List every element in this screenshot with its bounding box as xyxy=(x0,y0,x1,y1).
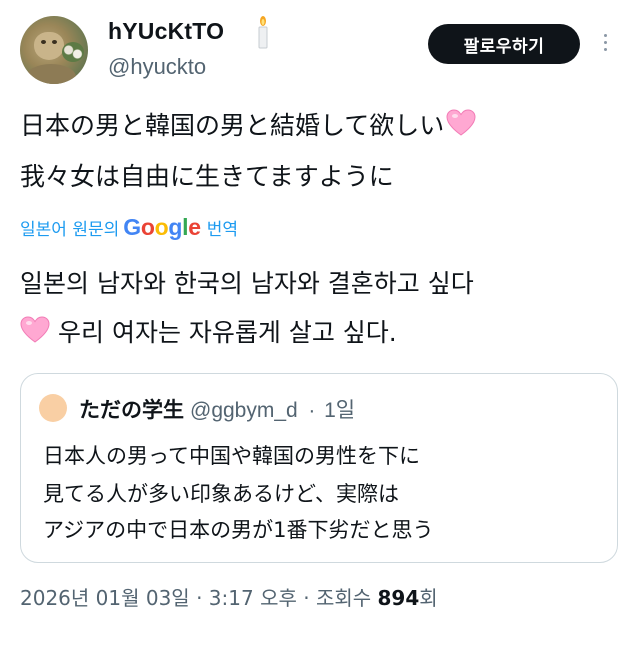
author-handle[interactable]: @hyuckto xyxy=(108,54,206,80)
views-suffix: 회 xyxy=(419,586,438,610)
tweet-translated-text-2: 우리 여자는 자유롭게 살고 싶다. xyxy=(58,318,397,347)
tweet-translated-line-1: 일본의 남자와 한국의 남자와 결혼하고 싶다 xyxy=(20,269,474,298)
translation-attribution[interactable]: 일본어 원문의 Google 번역 xyxy=(20,214,238,241)
quoted-author-avatar xyxy=(39,394,67,422)
avatar-eye-left xyxy=(41,40,46,44)
tweet-meta: 2026년 01월 03일 · 3:17 오후 · 조회수 894회 xyxy=(20,582,438,611)
tweet-text-1: 日本の男と韓国の男と結婚して欲しい xyxy=(20,111,445,140)
author-avatar[interactable] xyxy=(20,16,88,84)
avatar-eye-right xyxy=(52,40,57,44)
tweet: hYUcKtTO @hyuckto 팔로우하기 日本の男と韓国の男と結婚して欲し… xyxy=(0,0,640,646)
tweet-translated-line-2: 우리 여자는 자유롭게 살고 싶다. xyxy=(20,313,397,349)
quoted-line-1: 日本人の男って中国や韓国の男性を下に xyxy=(43,444,420,468)
tweet-original-line-1: 日本の男と韓国の男と結婚して欲しい xyxy=(20,106,476,142)
pink-heart-icon xyxy=(20,316,50,343)
quoted-separator: · xyxy=(308,399,316,422)
tweet-date[interactable]: 2026년 01월 03일 xyxy=(20,586,190,610)
candle-icon xyxy=(258,16,268,49)
quoted-tweet-header: ただの学生 @ggbym_d · 1일 xyxy=(79,394,355,424)
tweet-time[interactable]: 3:17 오후 xyxy=(209,586,297,610)
more-vertical-icon[interactable] xyxy=(602,34,608,56)
quoted-line-2: 見てる人が多い印象あるけど、実際は xyxy=(43,482,399,506)
pink-heart-icon xyxy=(446,109,476,136)
avatar-flowers xyxy=(62,42,84,62)
quoted-tweet[interactable]: ただの学生 @ggbym_d · 1일 日本人の男って中国や韓国の男性を下に 見て… xyxy=(20,373,618,563)
quoted-line-3: アジアの中で日本の男が1番下劣だと思う xyxy=(43,518,434,542)
follow-button[interactable]: 팔로우하기 xyxy=(428,24,580,64)
views-label: 조회수 xyxy=(315,586,372,610)
author-display-name[interactable]: hYUcKtTO xyxy=(108,18,224,45)
quoted-time: 1일 xyxy=(324,399,356,422)
meta-separator: · xyxy=(303,586,310,610)
quoted-author-name: ただの学生 xyxy=(79,398,184,422)
google-logo: Google xyxy=(123,214,201,240)
translation-suffix: 번역 xyxy=(206,220,238,240)
views-count: 894 xyxy=(377,586,420,610)
translation-prefix: 일본어 원문의 xyxy=(20,220,120,240)
meta-separator: · xyxy=(196,586,203,610)
quoted-author-handle: @ggbym_d xyxy=(190,399,298,422)
tweet-original-line-2: 我々女は自由に生きてますように xyxy=(20,162,394,191)
avatar-figure-face xyxy=(34,32,64,60)
avatar-figure-body xyxy=(26,64,76,84)
